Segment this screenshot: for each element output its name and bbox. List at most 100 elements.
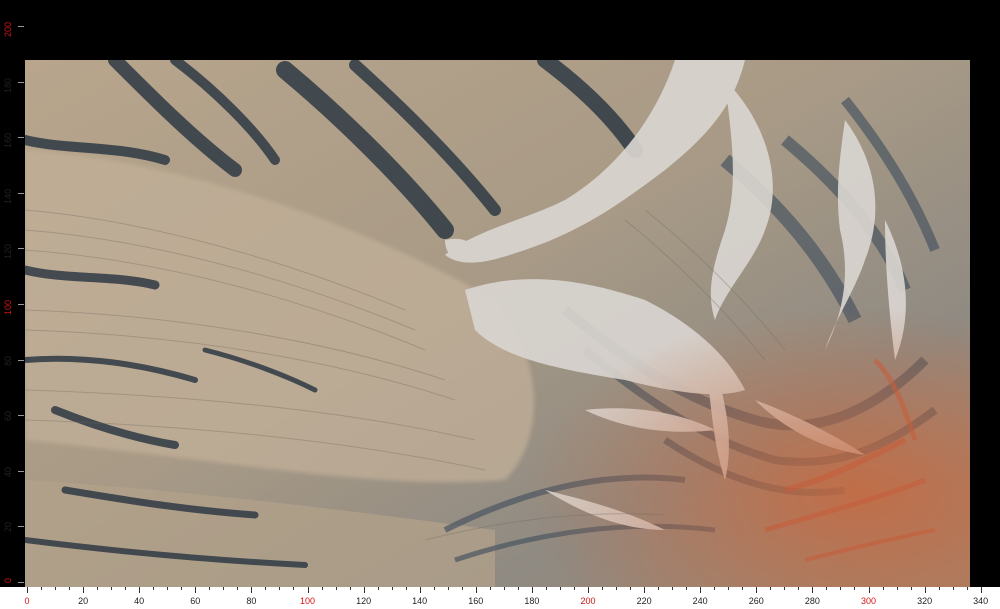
y-tick-label: 60 xyxy=(3,411,13,422)
x-tick-label: 140 xyxy=(412,596,428,606)
x-tick-label: 280 xyxy=(804,596,820,606)
x-tick-mark xyxy=(924,587,926,593)
y-tick-mark xyxy=(18,304,24,305)
horizontal-ruler: 0 20 40 60 80 100 120 140 160 180 200 220 240 260 280 3… xyxy=(0,587,1000,609)
x-minor-tick xyxy=(616,587,618,590)
x-tick-mark xyxy=(644,587,646,593)
x-minor-tick xyxy=(181,587,183,590)
x-minor-tick xyxy=(910,587,912,590)
x-tick-label: 60 xyxy=(190,596,201,606)
x-minor-tick xyxy=(952,587,954,590)
x-minor-tick xyxy=(798,587,800,590)
x-tick-mark xyxy=(363,587,365,593)
x-minor-tick xyxy=(630,587,632,590)
y-tick-mark xyxy=(18,137,24,139)
marble-slab xyxy=(25,60,970,587)
x-minor-tick xyxy=(153,587,155,590)
x-tick-label: 240 xyxy=(692,596,708,606)
x-tick-label: 40 xyxy=(134,596,145,606)
x-minor-tick xyxy=(111,587,113,590)
x-minor-tick xyxy=(223,587,225,590)
x-minor-tick xyxy=(882,587,884,590)
x-minor-tick xyxy=(237,587,239,590)
x-tick-mark xyxy=(419,587,421,593)
y-tick-label: 120 xyxy=(3,244,13,260)
x-minor-tick xyxy=(672,587,674,590)
x-minor-tick xyxy=(55,587,57,590)
y-tick-mark xyxy=(18,81,24,83)
y-tick-label: 0 xyxy=(3,578,13,584)
x-minor-tick xyxy=(966,587,968,590)
x-tick-mark xyxy=(475,587,477,593)
x-tick-mark xyxy=(27,587,28,593)
x-minor-tick xyxy=(447,587,449,590)
x-minor-tick xyxy=(770,587,772,590)
x-minor-tick xyxy=(545,587,547,590)
x-tick-label: 100 xyxy=(299,596,316,606)
y-tick-label: 140 xyxy=(3,188,13,204)
x-tick-mark xyxy=(756,587,758,593)
x-tick-mark xyxy=(812,587,814,593)
x-minor-tick xyxy=(728,587,730,590)
x-tick-mark xyxy=(588,587,589,593)
y-tick-mark xyxy=(18,470,24,472)
x-minor-tick xyxy=(391,587,393,590)
vertical-ruler: 200 180 160 140 120 100 80 60 40 20 0 xyxy=(0,0,25,609)
x-tick-mark xyxy=(307,587,309,593)
x-minor-tick xyxy=(167,587,169,590)
x-tick-label: 120 xyxy=(356,596,372,606)
x-minor-tick xyxy=(489,587,491,590)
x-tick-label: 200 xyxy=(580,596,596,606)
y-tick-mark xyxy=(18,248,24,250)
x-minor-tick xyxy=(41,587,43,590)
x-tick-label: 340 xyxy=(973,596,989,606)
x-minor-tick xyxy=(602,587,604,590)
x-tick-label: 160 xyxy=(468,596,484,606)
marble-texture xyxy=(25,60,970,587)
x-minor-tick xyxy=(517,587,519,590)
x-minor-tick xyxy=(97,587,99,590)
y-tick-mark xyxy=(18,415,24,417)
x-tick-mark xyxy=(868,587,870,593)
x-tick-mark xyxy=(251,587,253,593)
x-minor-tick xyxy=(321,587,323,590)
x-minor-tick xyxy=(826,587,828,590)
stone-slab-photo: 200 180 160 140 120 100 80 60 40 20 0 0 20 40 60 80 100… xyxy=(0,0,1000,609)
y-tick-mark xyxy=(18,359,24,361)
y-tick-mark xyxy=(18,582,24,583)
x-tick-mark xyxy=(980,587,982,593)
x-minor-tick xyxy=(209,587,211,590)
x-tick-label: 320 xyxy=(917,596,933,606)
x-minor-tick xyxy=(573,587,575,590)
x-minor-tick xyxy=(658,587,660,590)
x-tick-label: 300 xyxy=(860,596,877,606)
x-minor-tick xyxy=(938,587,940,590)
x-minor-tick xyxy=(686,587,688,590)
x-tick-label: 260 xyxy=(748,596,764,606)
x-tick-mark xyxy=(700,587,702,593)
y-tick-mark xyxy=(18,192,24,194)
x-minor-tick xyxy=(69,587,71,590)
x-tick-label: 20 xyxy=(78,596,89,606)
x-tick-mark xyxy=(531,587,533,593)
y-tick-label: 80 xyxy=(3,355,13,366)
x-minor-tick xyxy=(461,587,463,590)
x-tick-label: 220 xyxy=(636,596,652,606)
x-minor-tick xyxy=(349,587,351,590)
x-minor-tick xyxy=(293,587,295,590)
x-minor-tick xyxy=(335,587,337,590)
x-minor-tick xyxy=(265,587,267,590)
x-minor-tick xyxy=(896,587,898,590)
y-tick-mark xyxy=(18,526,24,528)
x-minor-tick xyxy=(405,587,407,590)
x-minor-tick xyxy=(559,587,561,590)
x-tick-label: 0 xyxy=(24,596,30,606)
x-minor-tick xyxy=(433,587,435,590)
y-tick-mark xyxy=(18,26,24,27)
y-tick-label: 160 xyxy=(3,133,13,149)
x-minor-tick xyxy=(714,587,716,590)
y-tick-label: 200 xyxy=(3,22,13,38)
x-minor-tick xyxy=(503,587,505,590)
x-tick-mark xyxy=(83,587,85,593)
x-tick-mark xyxy=(139,587,141,593)
